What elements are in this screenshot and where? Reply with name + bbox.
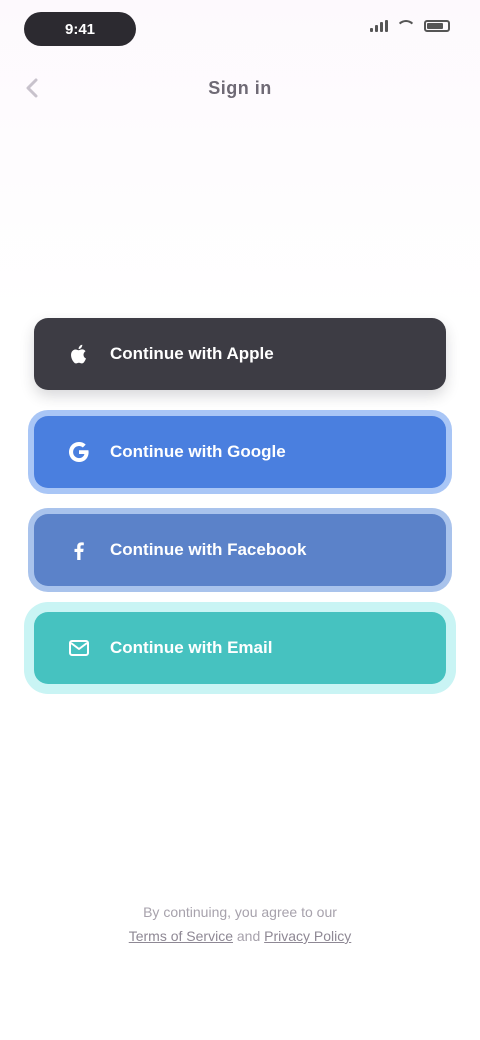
terms-joiner: and (236, 928, 261, 944)
continue-with-apple-button[interactable]: Continue with Apple (34, 318, 446, 390)
status-bar: 9:41 (0, 0, 480, 60)
battery-icon (424, 20, 450, 32)
back-button[interactable] (18, 74, 46, 102)
signal-icon (370, 20, 388, 32)
continue-with-google-button[interactable]: Continue with Google (34, 416, 446, 488)
terms-notice-line: By continuing, you agree to our (143, 904, 337, 920)
header: Sign in (0, 66, 480, 110)
chevron-left-icon (26, 78, 38, 98)
terms-notice-links: Terms of Service and Privacy Policy (60, 924, 420, 948)
continue-with-email-button[interactable]: Continue with Email (34, 612, 446, 684)
sign-in-button-label: Continue with Google (110, 442, 286, 461)
status-time: 9:41 (24, 12, 136, 46)
privacy-policy-link[interactable]: Privacy Policy (264, 928, 351, 944)
sign-in-screen: 9:41 Sign in Continue with Apple Continu… (0, 0, 480, 1040)
terms-of-service-link[interactable]: Terms of Service (129, 928, 233, 944)
status-icons (370, 20, 450, 32)
continue-with-facebook-button[interactable]: Continue with Facebook (34, 514, 446, 586)
sign-in-button-label: Continue with Apple (110, 344, 274, 363)
sign-in-button-label: Continue with Email (110, 638, 273, 657)
google-icon (64, 437, 94, 467)
facebook-icon (64, 535, 94, 565)
page-title: Sign in (208, 77, 272, 98)
wifi-icon (396, 20, 416, 32)
terms-notice: By continuing, you agree to our Terms of… (60, 900, 420, 948)
sign-in-button-label: Continue with Facebook (110, 540, 307, 559)
mail-icon (64, 633, 94, 663)
sign-in-options: Continue with Apple Continue with Google… (34, 318, 446, 684)
apple-icon (64, 339, 94, 369)
